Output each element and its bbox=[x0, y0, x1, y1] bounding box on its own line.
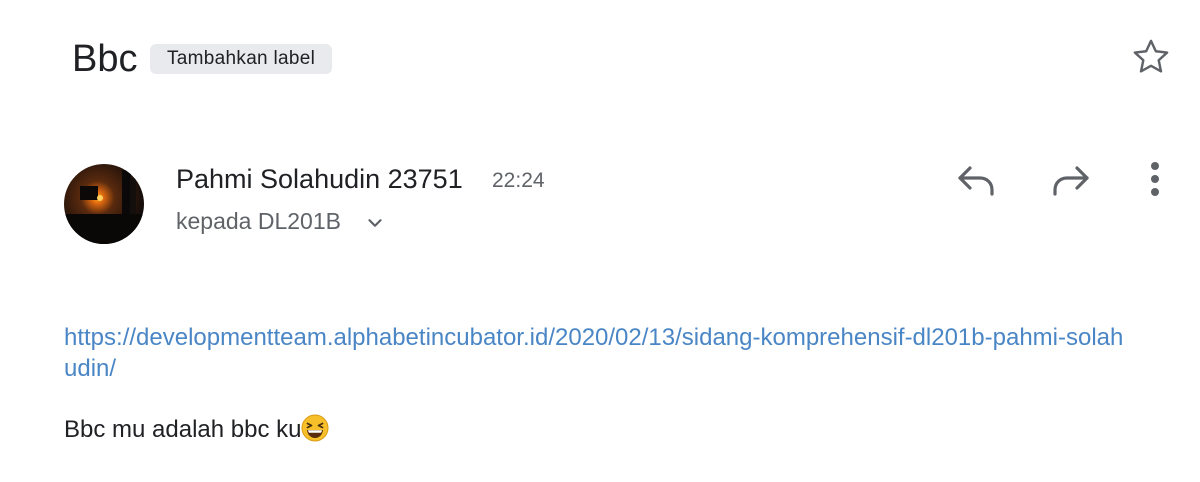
reply-button[interactable] bbox=[954, 160, 998, 200]
message-link[interactable]: https://developmentteam.alphabetincubato… bbox=[64, 322, 1124, 384]
more-vert-icon bbox=[1151, 162, 1159, 196]
star-icon[interactable] bbox=[1130, 36, 1172, 78]
chevron-down-icon[interactable] bbox=[364, 212, 386, 234]
email-view: Bbc Tambahkan label Pahmi Solahudin 2375… bbox=[0, 0, 1200, 482]
message-time: 22:24 bbox=[492, 169, 545, 192]
message-body: Bbc mu adalah bbc ku bbox=[64, 414, 329, 446]
message-text: Bbc mu adalah bbc ku bbox=[64, 416, 302, 443]
email-subject: Bbc bbox=[72, 38, 138, 80]
forward-button[interactable] bbox=[1049, 160, 1093, 200]
reply-icon bbox=[958, 166, 994, 196]
add-label-chip[interactable]: Tambahkan label bbox=[150, 44, 333, 74]
grinning-squinting-face-icon bbox=[301, 414, 329, 442]
forward-icon bbox=[1053, 166, 1089, 196]
recipient-line[interactable]: kepada DL201B bbox=[176, 206, 341, 236]
sender-avatar[interactable] bbox=[64, 164, 144, 244]
sender-name: Pahmi Solahudin 23751 bbox=[176, 164, 463, 194]
more-options-button[interactable] bbox=[1140, 158, 1170, 202]
